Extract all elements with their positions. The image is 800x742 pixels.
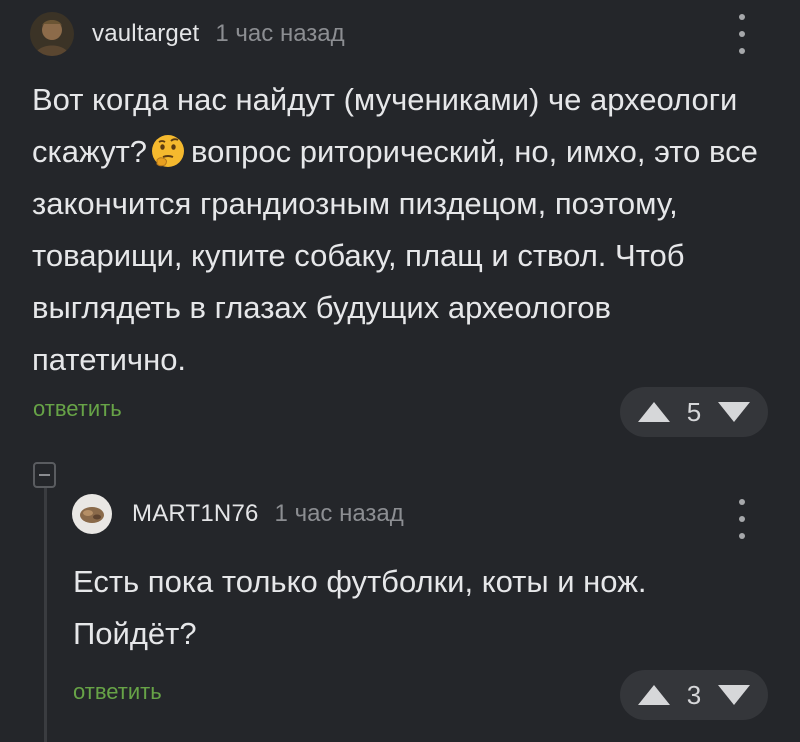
comment-time: 1 час назад (215, 20, 345, 47)
downvote-button[interactable] (718, 685, 750, 705)
comment-header: vaultarget 1 час назад (30, 12, 345, 56)
vote-count: 5 (686, 396, 702, 427)
reply-button[interactable]: ответить (73, 679, 162, 705)
triangle-down-icon (718, 402, 750, 422)
minus-icon (39, 474, 50, 476)
comment-header: MART1N76 1 час назад (72, 494, 404, 534)
vote-pill: 3 (620, 670, 768, 720)
avatar[interactable] (30, 12, 74, 56)
username[interactable]: MART1N76 (132, 500, 259, 528)
comment-text-part2: вопрос риторический, но, имхо, это все з… (32, 134, 758, 377)
more-options-icon[interactable] (730, 499, 754, 539)
triangle-down-icon (718, 685, 750, 705)
more-options-icon[interactable] (730, 14, 754, 54)
thread-line (44, 488, 47, 742)
vote-count: 3 (686, 679, 702, 710)
triangle-up-icon (638, 402, 670, 422)
comment-time: 1 час назад (274, 500, 404, 527)
reply-button[interactable]: ответить (33, 396, 122, 422)
comment-text: Вот когда нас найдут (мучениками) че арх… (32, 74, 762, 386)
comments-page: vaultarget 1 час назад Вот когда нас най… (0, 0, 800, 742)
avatar[interactable] (72, 494, 112, 534)
upvote-button[interactable] (638, 685, 670, 705)
username[interactable]: vaultarget (92, 20, 199, 48)
upvote-button[interactable] (638, 402, 670, 422)
thinking-face-emoji-icon (151, 132, 185, 167)
downvote-button[interactable] (718, 402, 750, 422)
vote-pill: 5 (620, 387, 768, 437)
collapse-thread-button[interactable] (33, 462, 56, 488)
triangle-up-icon (638, 685, 670, 705)
comment-text: Есть пока только футболки, коты и нож. П… (73, 564, 647, 651)
